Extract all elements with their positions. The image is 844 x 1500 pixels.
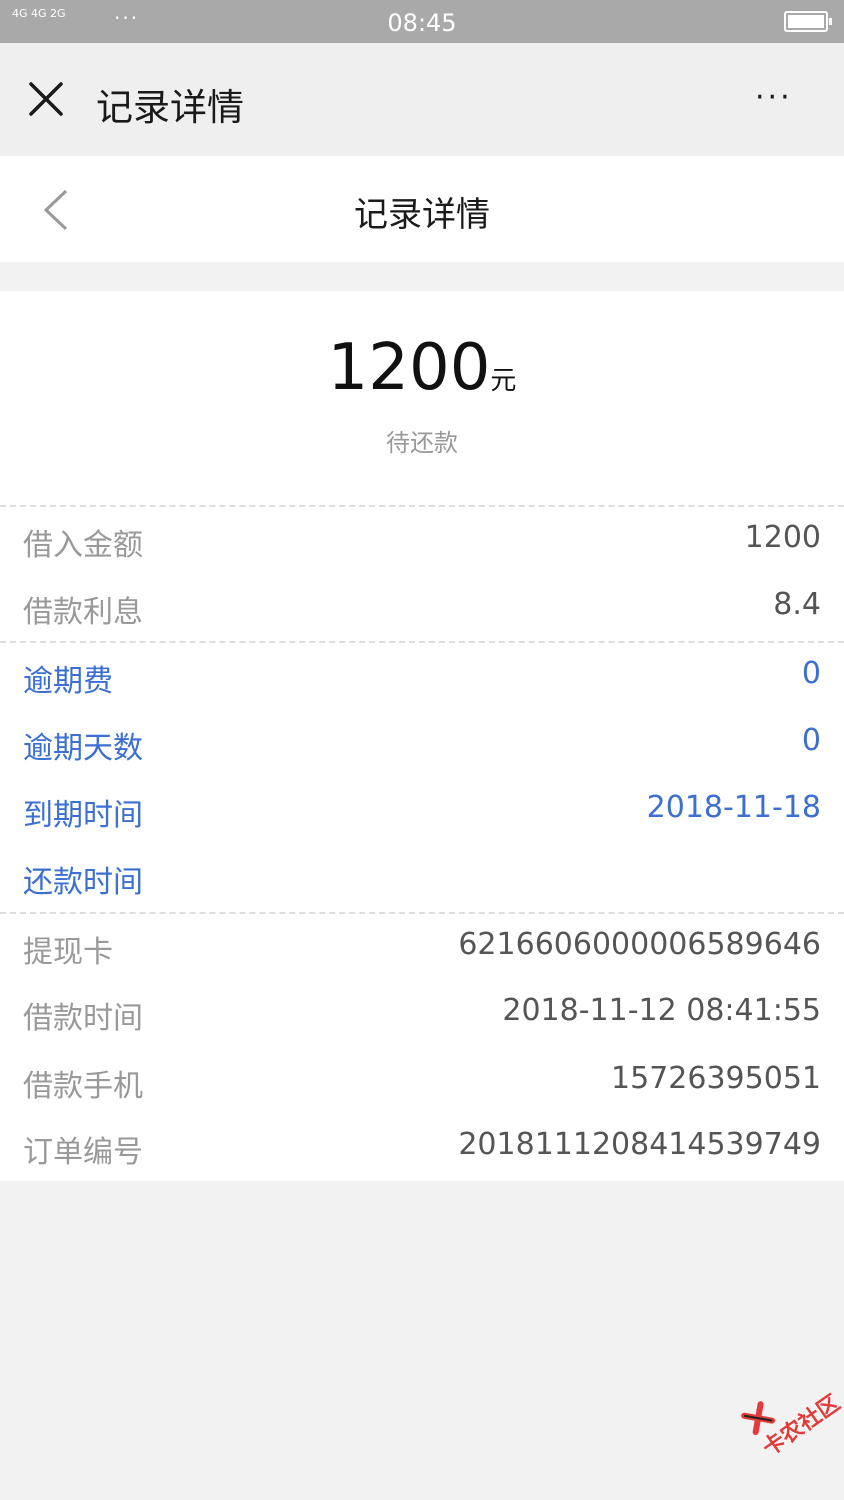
detail-row-overdue-fee: 逾期费 0 [0, 656, 844, 699]
row-label: 借入金额 [23, 528, 143, 563]
close-icon[interactable] [27, 80, 65, 118]
divider [0, 641, 844, 643]
page-header: 记录详情 [0, 156, 844, 262]
battery-icon [784, 11, 832, 32]
status-bar: 4G 4G 2G ··· 08:45 [0, 0, 844, 43]
row-value: 2018111208414539749 [458, 1127, 821, 1162]
row-value: 0 [801, 656, 821, 691]
row-label: 借款时间 [23, 1001, 143, 1036]
row-label: 借款利息 [23, 595, 143, 630]
amount-display: 1200元 [0, 331, 844, 405]
row-value: 15726395051 [611, 1061, 821, 1096]
row-label: 到期时间 [23, 798, 143, 833]
divider [0, 505, 844, 507]
detail-row-withdraw-card: 提现卡 6216606000006589646 [0, 927, 844, 970]
row-label: 还款时间 [23, 865, 143, 900]
watermark: 卡农社区 [740, 1355, 844, 1462]
row-value: 6216606000006589646 [458, 927, 821, 962]
row-label: 订单编号 [23, 1135, 143, 1170]
detail-row-borrowed-amount: 借入金额 1200 [0, 520, 844, 563]
detail-row-repayment-time: 还款时间 [0, 857, 844, 900]
row-label: 逾期天数 [23, 731, 143, 766]
more-options-icon[interactable]: ··· [755, 83, 793, 113]
amount-unit: 元 [490, 366, 517, 396]
detail-row-overdue-days: 逾期天数 0 [0, 723, 844, 766]
row-label: 逾期费 [23, 664, 113, 699]
row-value: 2018-11-18 [646, 790, 821, 825]
row-value: 8.4 [773, 587, 821, 622]
divider [0, 912, 844, 914]
repayment-status: 待还款 [386, 429, 458, 457]
row-value: 0 [801, 723, 821, 758]
detail-row-due-date: 到期时间 2018-11-18 [0, 790, 844, 833]
row-value: 1200 [744, 520, 821, 555]
row-label: 提现卡 [23, 935, 113, 970]
detail-row-order-number: 订单编号 2018111208414539749 [0, 1127, 844, 1170]
detail-row-interest: 借款利息 8.4 [0, 587, 844, 630]
wechat-title-bar: 记录详情 ··· [0, 43, 844, 156]
wechat-page-title: 记录详情 [96, 86, 244, 129]
page-title: 记录详情 [354, 195, 490, 235]
row-value: 2018-11-12 08:41:55 [502, 993, 821, 1028]
status-time: 08:45 [387, 9, 457, 37]
record-detail-card: 1200元 待还款 借入金额 1200 借款利息 8.4 逾期费 0 逾期天数 … [0, 291, 844, 1181]
amount-value: 1200 [327, 331, 491, 405]
detail-row-loan-time: 借款时间 2018-11-12 08:41:55 [0, 993, 844, 1036]
detail-row-loan-phone: 借款手机 15726395051 [0, 1061, 844, 1104]
row-label: 借款手机 [23, 1069, 143, 1104]
